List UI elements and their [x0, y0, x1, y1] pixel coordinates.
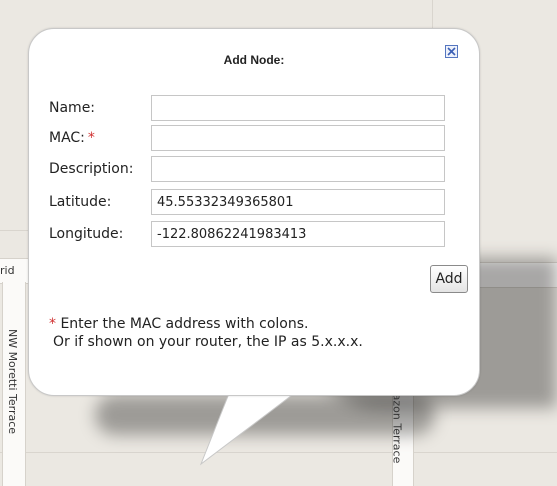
mac-label: MAC: *: [49, 130, 95, 146]
longitude-label: Longitude:: [49, 226, 124, 242]
popup-title: Add Node:: [223, 53, 285, 67]
mac-help-note: * Enter the MAC address with colons. Or …: [49, 315, 363, 351]
add-button[interactable]: Add: [430, 265, 468, 293]
latitude-input[interactable]: [151, 189, 445, 215]
mac-label-text: MAC:: [49, 130, 85, 146]
map-street-line: [0, 452, 557, 453]
map-street-line: [0, 230, 30, 231]
note-text-1: Enter the MAC address with colons.: [60, 316, 309, 332]
latitude-label: Latitude:: [49, 194, 112, 210]
description-input[interactable]: [151, 156, 445, 182]
add-node-popup: Add Node: Name: MAC: * Description: Latit…: [28, 28, 480, 396]
close-icon: [447, 47, 456, 56]
description-label: Description:: [49, 161, 134, 177]
map-street-label: rid: [0, 264, 15, 277]
longitude-input[interactable]: [151, 221, 445, 247]
map-street-label: NW Moretti Terrace: [6, 328, 20, 435]
name-row: Name:: [49, 95, 459, 121]
latitude-row: Latitude:: [49, 189, 459, 215]
note-text-2: Or if shown on your router, the IP as 5.…: [53, 334, 363, 350]
mac-input[interactable]: [151, 125, 445, 151]
name-label: Name:: [49, 100, 96, 116]
close-button[interactable]: [445, 45, 458, 58]
map-street-label: azon Terrace: [390, 393, 404, 464]
bubble-shadow: [95, 395, 435, 435]
note-line-1: * Enter the MAC address with colons.: [49, 315, 363, 333]
name-input[interactable]: [151, 95, 445, 121]
description-row: Description:: [49, 156, 459, 182]
longitude-row: Longitude:: [49, 221, 459, 247]
required-marker: *: [87, 130, 95, 146]
note-required-marker: *: [49, 316, 56, 332]
mac-row: MAC: *: [49, 125, 459, 151]
